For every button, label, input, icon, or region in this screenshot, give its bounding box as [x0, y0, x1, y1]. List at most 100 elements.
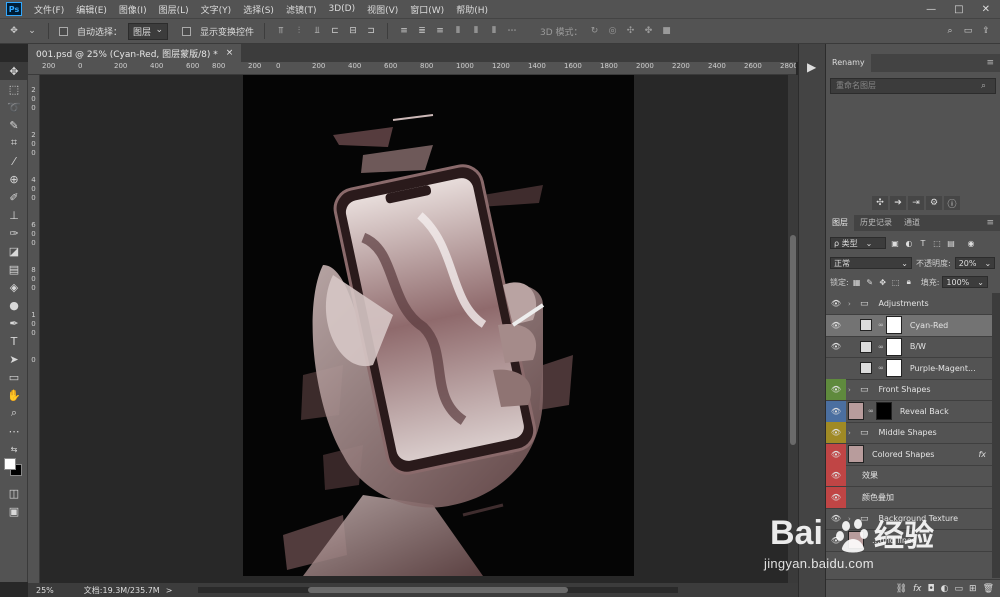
visibility-eye-icon[interactable] — [826, 358, 846, 379]
lock-artboard-icon[interactable]: ⬚ — [891, 278, 901, 287]
align-vcenter-icon[interactable]: ⫶ — [293, 25, 305, 37]
distribute-top-icon[interactable]: ≡ — [398, 25, 410, 37]
layer-mask-thumbnail[interactable] — [885, 337, 902, 356]
export-icon[interactable]: ⇥ — [908, 196, 924, 210]
panel-menu-icon[interactable]: ≡ — [986, 58, 994, 68]
3d-rotate-icon[interactable]: ↻ — [589, 25, 601, 37]
filter-shape-icon[interactable]: ⬚ — [932, 239, 942, 248]
document-canvas[interactable] — [243, 75, 634, 576]
move-tool-icon[interactable]: ✥ — [0, 62, 28, 80]
eraser-tool-icon[interactable]: ◪ — [0, 242, 28, 260]
layer-group-row[interactable]: 👁︎ › ▭ Middle Shapes — [826, 422, 992, 444]
document-tab[interactable]: 001.psd @ 25% (Cyan-Red, 图层蒙版/8) * × — [28, 44, 242, 62]
vertical-scrollbar[interactable] — [788, 75, 798, 583]
lock-all-icon[interactable]: 🔒︎ — [904, 277, 914, 287]
visibility-eye-icon[interactable]: 👁︎ — [826, 443, 846, 465]
visibility-eye-icon[interactable]: 👁︎ — [826, 465, 846, 486]
fill-input[interactable]: 100% ⌄ — [942, 276, 988, 288]
marquee-tool-icon[interactable]: ⬚ — [0, 80, 28, 98]
menu-window[interactable]: 窗口(W) — [404, 3, 450, 16]
layer-mask-thumbnail[interactable] — [885, 359, 902, 377]
workspace-icon[interactable]: ▭ — [962, 25, 974, 37]
menu-help[interactable]: 帮助(H) — [450, 3, 494, 16]
layer-effects-indicator[interactable]: fx — [978, 450, 986, 459]
layer-mask-thumbnail[interactable] — [885, 316, 902, 334]
move-tool-preset-icon[interactable]: ✥ — [8, 25, 20, 37]
3d-drag-icon[interactable]: ✣ — [625, 25, 637, 37]
filter-smart-object-icon[interactable]: ▤ — [946, 239, 956, 248]
distribute-right-icon[interactable]: ⦀ — [488, 25, 500, 37]
search-icon[interactable]: ⌕ — [981, 79, 986, 93]
menu-filter[interactable]: 滤镜(T) — [280, 3, 323, 16]
mask-link-icon[interactable]: ∞ — [878, 321, 884, 329]
visibility-eye-icon[interactable]: 👁︎ — [826, 315, 846, 336]
brush-tool-icon[interactable]: ✐ — [0, 188, 28, 206]
align-left-icon[interactable]: ⊏ — [329, 25, 341, 37]
eyedropper-tool-icon[interactable]: ⁄ — [0, 152, 28, 170]
hand-tool-icon[interactable]: ✋ — [0, 386, 28, 404]
3d-scale-icon[interactable]: ■ — [661, 25, 673, 37]
more-tools-icon[interactable]: ⋯ — [0, 422, 28, 440]
quick-mask-icon[interactable]: ◫ — [0, 484, 28, 502]
filter-pixel-icon[interactable]: ▣ — [890, 239, 900, 248]
info-icon[interactable]: ⓘ — [944, 196, 960, 210]
rectangle-tool-icon[interactable]: ▭ — [0, 368, 28, 386]
tab-layers[interactable]: 图层 — [826, 215, 854, 231]
gradient-tool-icon[interactable]: ▤ — [0, 260, 28, 278]
path-select-tool-icon[interactable]: ➤ — [0, 350, 28, 368]
search-icon[interactable]: ⌕ — [944, 25, 956, 37]
maximize-button[interactable]: □ — [954, 4, 963, 15]
align-right-icon[interactable]: ⊐ — [365, 25, 377, 37]
tab-history[interactable]: 历史记录 — [854, 215, 898, 231]
align-hcenter-icon[interactable]: ⊟ — [347, 25, 359, 37]
auto-align-icon[interactable]: ⋯ — [506, 25, 518, 37]
menu-edit[interactable]: 编辑(E) — [70, 3, 113, 16]
expand-caret-icon[interactable]: › — [848, 300, 856, 308]
share-icon[interactable]: ⇪ — [980, 25, 992, 37]
close-tab-icon[interactable]: × — [226, 48, 234, 58]
mask-link-icon[interactable]: ∞ — [878, 343, 884, 351]
crop-tool-icon[interactable]: ⌗ — [0, 134, 28, 152]
distribute-left-icon[interactable]: ⦀ — [452, 25, 464, 37]
canvas-area[interactable] — [40, 75, 788, 583]
foreground-color-swatch[interactable] — [4, 458, 16, 470]
type-tool-icon[interactable]: T — [0, 332, 28, 350]
horizontal-scrollbar[interactable] — [198, 587, 679, 593]
screen-mode-icon[interactable]: ▣ — [0, 502, 28, 520]
menu-file[interactable]: 文件(F) — [28, 3, 70, 16]
lock-position-icon[interactable]: ✥ — [878, 278, 888, 287]
layer-effect-row[interactable]: 👁︎ 颜色叠加 — [826, 486, 992, 509]
menu-layer[interactable]: 图层(L) — [153, 3, 195, 16]
play-actions-icon[interactable]: ▶ — [807, 60, 816, 74]
filter-adjustment-icon[interactable]: ◐ — [904, 239, 914, 248]
layer-group-row[interactable]: 👁︎ › ▭ Front Shapes — [826, 379, 992, 401]
renamy-tab[interactable]: Renamy — [826, 54, 871, 72]
history-brush-tool-icon[interactable]: ✑ — [0, 224, 28, 242]
adjustment-layer-row[interactable]: 👁︎ ∞ B/W — [826, 336, 992, 358]
chevron-down-icon[interactable]: ⌄ — [26, 25, 38, 37]
layer-mask-thumbnail[interactable] — [875, 402, 892, 420]
distribute-bottom-icon[interactable]: ≡ — [434, 25, 446, 37]
menu-image[interactable]: 图像(I) — [113, 3, 153, 16]
blur-tool-icon[interactable]: ◈ — [0, 278, 28, 296]
zoom-tool-icon[interactable]: ⌕ — [0, 404, 28, 422]
align-top-icon[interactable]: ⫪ — [275, 25, 287, 37]
visibility-eye-icon[interactable]: 👁︎ — [826, 379, 846, 400]
arrow-right-icon[interactable]: ➔ — [890, 196, 906, 210]
vertical-scroll-thumb[interactable] — [790, 235, 796, 445]
dodge-tool-icon[interactable]: ● — [0, 296, 28, 314]
adjustment-layer-row[interactable]: ∞ Purple-Magent... — [826, 358, 992, 380]
distribute-hcenter-icon[interactable]: ⦀ — [470, 25, 482, 37]
visibility-eye-icon[interactable]: 👁︎ — [826, 486, 846, 508]
layer-row[interactable]: 👁︎ ∞ Reveal Back — [826, 400, 992, 423]
visibility-eye-icon[interactable]: 👁︎ — [826, 422, 846, 443]
menu-3d[interactable]: 3D(D) — [322, 4, 361, 14]
visibility-eye-icon[interactable]: 👁︎ — [826, 336, 846, 357]
pen-tool-icon[interactable]: ✒ — [0, 314, 28, 332]
filter-type-icon[interactable]: T — [918, 239, 928, 248]
gear-icon[interactable]: ⚙ — [926, 196, 942, 210]
lock-transparency-icon[interactable]: ▦ — [852, 278, 862, 287]
opacity-input[interactable]: 20% ⌄ — [954, 257, 996, 269]
mask-link-icon[interactable]: ∞ — [878, 364, 884, 372]
menu-select[interactable]: 选择(S) — [237, 3, 280, 16]
